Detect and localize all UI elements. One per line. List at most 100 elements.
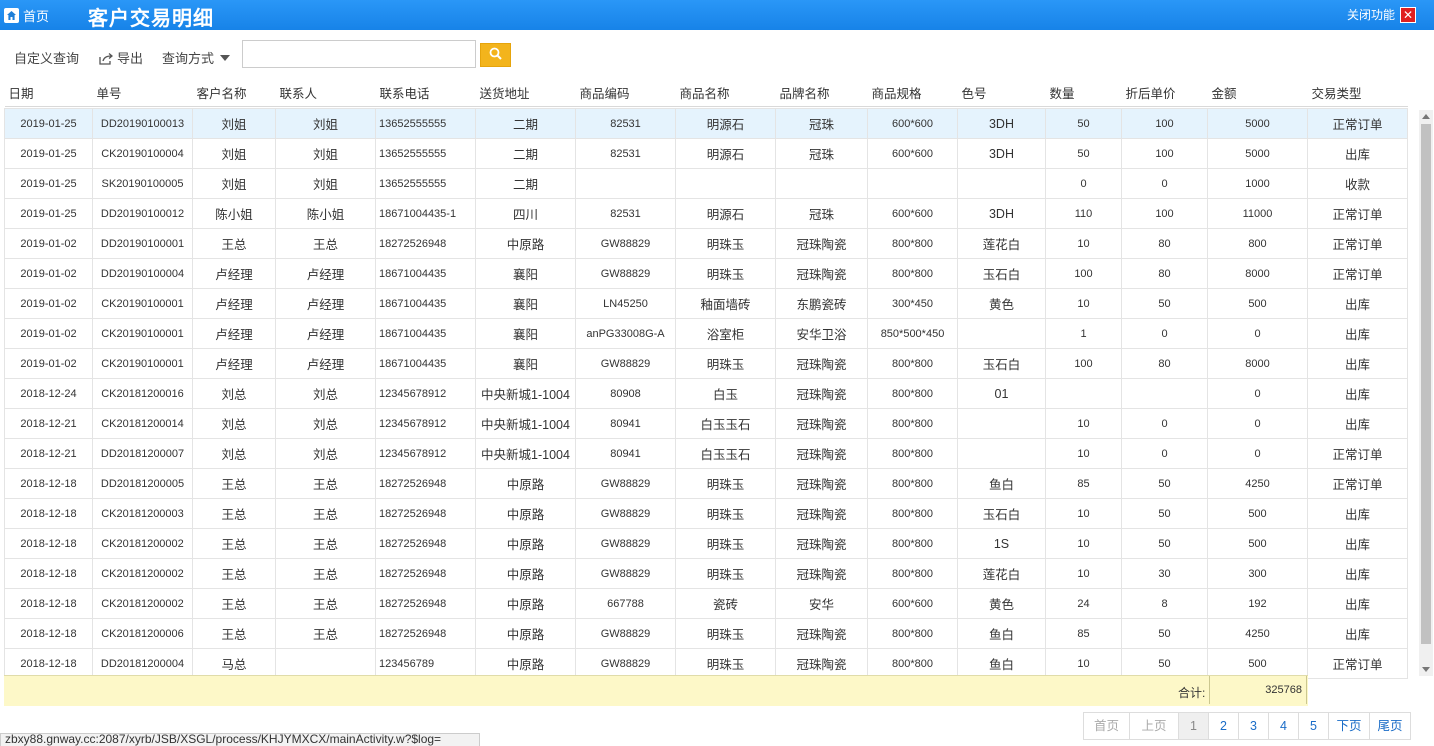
- table-cell: 正常订单: [1307, 198, 1408, 229]
- home-label: 首页: [23, 8, 50, 24]
- table-cell: 12345678912: [375, 438, 476, 469]
- table-cell: 1S: [957, 528, 1046, 559]
- table-row[interactable]: 2019-01-02 CK20190100001 卢经理 卢经理 18671004435…: [4, 348, 1408, 379]
- scroll-down-icon[interactable]: [1422, 667, 1430, 672]
- table-cell: 明珠玉: [675, 528, 776, 559]
- next-page-button[interactable]: 下页: [1328, 712, 1370, 740]
- table-cell: DD20190100001: [92, 228, 193, 259]
- column-header[interactable]: 商品规格: [867, 78, 958, 107]
- table-cell: 明珠玉: [675, 648, 776, 679]
- table-row[interactable]: 2019-01-25 SK20190100005 刘姐 刘姐 13652555555 二期…: [4, 168, 1408, 199]
- column-header[interactable]: 交易类型: [1307, 78, 1408, 107]
- table-cell: 明珠玉: [675, 498, 776, 529]
- query-mode-dropdown[interactable]: 查询方式: [162, 48, 231, 67]
- page-2-button[interactable]: 2: [1208, 712, 1239, 740]
- table-cell: 10: [1045, 528, 1122, 559]
- table-row[interactable]: 2019-01-02 DD20190100004 卢经理 卢经理 18671004435…: [4, 258, 1408, 289]
- table-row[interactable]: 2019-01-25 CK20190100004 刘姐 刘姐 13652555555 二期…: [4, 138, 1408, 169]
- table-cell: 0: [1045, 168, 1122, 199]
- table-cell: 正常订单: [1307, 258, 1408, 289]
- table-cell: 4250: [1207, 618, 1308, 649]
- column-header[interactable]: 品牌名称: [775, 78, 868, 107]
- table-cell: [867, 168, 958, 199]
- last-page-button[interactable]: 尾页: [1369, 712, 1411, 740]
- table-row[interactable]: 2019-01-02 DD20190100001 王总 王总 18272526948 中原…: [4, 228, 1408, 259]
- scroll-thumb[interactable]: [1421, 124, 1431, 644]
- table-row[interactable]: 2018-12-18 DD20181200005 王总 王总 18272526948 中原…: [4, 468, 1408, 499]
- search-button[interactable]: [480, 43, 511, 67]
- page-title: 客户交易明细: [88, 8, 214, 30]
- table-row[interactable]: 2018-12-18 CK20181200002 王总 王总 18272526948 中原…: [4, 528, 1408, 559]
- column-header[interactable]: 送货地址: [475, 78, 576, 107]
- page-4-button[interactable]: 4: [1268, 712, 1299, 740]
- table-row[interactable]: 2018-12-18 DD20181200004 马总 123456789 中原路 GW8…: [4, 648, 1408, 679]
- export-button[interactable]: 导出: [99, 48, 143, 68]
- page-3-button[interactable]: 3: [1238, 712, 1269, 740]
- table-cell: 123456789: [375, 648, 476, 679]
- prev-page-button[interactable]: 上页: [1129, 712, 1179, 740]
- table-cell: 2018-12-24: [4, 378, 93, 409]
- table-row[interactable]: 2019-01-25 DD20190100012 陈小姐 陈小姐 18671004435…: [4, 198, 1408, 229]
- table-row[interactable]: 2019-01-02 CK20190100001 卢经理 卢经理 18671004435…: [4, 318, 1408, 349]
- table-cell: 中原路: [475, 648, 576, 679]
- table-cell: 王总: [275, 618, 376, 649]
- table-cell: 2019-01-25: [4, 198, 93, 229]
- column-header[interactable]: 商品编码: [575, 78, 676, 107]
- home-link[interactable]: 首页: [4, 6, 49, 24]
- table-cell: 冠珠陶瓷: [775, 228, 868, 259]
- column-header[interactable]: 色号: [957, 78, 1046, 107]
- table-row[interactable]: 2018-12-18 CK20181200002 王总 王总 18272526948 中原…: [4, 588, 1408, 619]
- table-row[interactable]: 2019-01-02 CK20190100001 卢经理 卢经理 18671004435…: [4, 288, 1408, 319]
- table-cell: 襄阳: [475, 258, 576, 289]
- table-cell: 800*800: [867, 438, 958, 469]
- table-cell: 王总: [275, 558, 376, 589]
- table-cell: 18671004435: [375, 258, 476, 289]
- table-cell: 东鹏瓷砖: [775, 288, 868, 319]
- page-1-button[interactable]: 1: [1178, 712, 1209, 740]
- table-cell: 刘总: [275, 408, 376, 439]
- column-header[interactable]: 商品名称: [675, 78, 776, 107]
- table-cell: 鱼白: [957, 648, 1046, 679]
- table-cell: DD20181200007: [92, 438, 193, 469]
- table-cell: 卢经理: [192, 318, 276, 349]
- table-row[interactable]: 2018-12-21 CK20181200014 刘总 刘总 12345678912 中央…: [4, 408, 1408, 439]
- table-cell: [775, 168, 868, 199]
- close-function-button[interactable]: 关闭功能 ✕: [1347, 6, 1416, 23]
- search-input[interactable]: [242, 40, 476, 68]
- table-cell: DD20181200005: [92, 468, 193, 499]
- table-cell: GW88829: [575, 618, 676, 649]
- table-cell: 24: [1045, 588, 1122, 619]
- first-page-button[interactable]: 首页: [1083, 712, 1130, 740]
- table-cell: DD20190100013: [92, 108, 193, 139]
- table-row[interactable]: 2019-01-25 DD20190100013 刘姐 刘姐 13652555555 二期…: [4, 108, 1408, 139]
- custom-query-button[interactable]: 自定义查询: [14, 48, 79, 67]
- table-row[interactable]: 2018-12-18 CK20181200002 王总 王总 18272526948 中原…: [4, 558, 1408, 589]
- table-cell: 收款: [1307, 168, 1408, 199]
- column-header[interactable]: 单号: [92, 78, 193, 107]
- table-row[interactable]: 2018-12-18 CK20181200006 王总 王总 18272526948 中原…: [4, 618, 1408, 649]
- table-cell: 10: [1045, 558, 1122, 589]
- table-cell: 刘姐: [192, 108, 276, 139]
- table-cell: 0: [1121, 168, 1208, 199]
- column-header[interactable]: 数量: [1045, 78, 1122, 107]
- table-row[interactable]: 2018-12-18 CK20181200003 王总 王总 18272526948 中原…: [4, 498, 1408, 529]
- column-header[interactable]: 金额: [1207, 78, 1308, 107]
- table-row[interactable]: 2018-12-21 DD20181200007 刘总 刘总 12345678912 中央…: [4, 438, 1408, 469]
- vertical-scrollbar[interactable]: [1419, 110, 1433, 676]
- column-header[interactable]: 联系人: [275, 78, 376, 107]
- table-cell: [957, 168, 1046, 199]
- table-row[interactable]: 2018-12-24 CK20181200016 刘总 刘总 12345678912 中央…: [4, 378, 1408, 409]
- scroll-up-icon[interactable]: [1422, 114, 1430, 119]
- column-header[interactable]: 日期: [4, 78, 93, 107]
- page-5-button[interactable]: 5: [1298, 712, 1329, 740]
- column-header[interactable]: 折后单价: [1121, 78, 1208, 107]
- table-cell: 襄阳: [475, 348, 576, 379]
- table-cell: 白玉玉石: [675, 438, 776, 469]
- table-cell: 0: [1121, 318, 1208, 349]
- table-cell: 冠珠陶瓷: [775, 618, 868, 649]
- column-header[interactable]: 联系电话: [375, 78, 476, 107]
- column-header[interactable]: 客户名称: [192, 78, 276, 107]
- table-cell: 4250: [1207, 468, 1308, 499]
- table-cell: 18671004435: [375, 318, 476, 349]
- table-cell: 玉石白: [957, 258, 1046, 289]
